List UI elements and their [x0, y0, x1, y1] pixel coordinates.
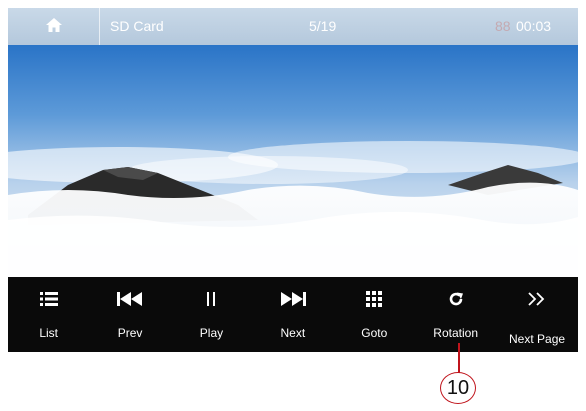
rotate-icon — [415, 289, 496, 309]
rotation-label: Rotation — [433, 326, 478, 340]
next-button[interactable]: Next — [252, 277, 333, 352]
grid-icon — [334, 289, 415, 309]
list-button[interactable]: List — [8, 277, 89, 352]
source-label: SD Card — [110, 18, 164, 34]
pause-icon — [171, 289, 252, 309]
previous-icon — [89, 289, 170, 309]
rotation-button[interactable]: Rotation — [415, 277, 496, 352]
next-icon — [252, 289, 333, 309]
play-label: Play — [199, 326, 224, 340]
callout-line — [458, 343, 460, 373]
media-screen: SD Card 5/19 88 00:03 List Prev Play Nex… — [8, 8, 578, 352]
prev-label: Prev — [117, 326, 143, 340]
goto-label: Goto — [361, 326, 388, 340]
image-counter: 5/19 — [309, 18, 337, 34]
list-label: List — [39, 326, 59, 340]
divider — [99, 8, 100, 45]
list-icon — [8, 289, 89, 309]
top-bar: SD Card 5/19 88 00:03 — [8, 8, 578, 45]
clock: 00:03 — [516, 18, 552, 34]
next-label: Next — [280, 326, 306, 340]
callout-number: 10 — [440, 372, 476, 404]
home-button[interactable] — [8, 8, 99, 45]
photo-viewer[interactable] — [8, 45, 578, 277]
next-page-label: Next Page — [509, 332, 566, 346]
clock-prefix: 88 — [495, 18, 511, 34]
prev-button[interactable]: Prev — [89, 277, 170, 352]
double-chevron-right-icon — [496, 289, 577, 309]
next-page-button[interactable]: Next Page — [496, 277, 577, 352]
play-button[interactable]: Play — [171, 277, 252, 352]
home-icon — [45, 17, 63, 36]
goto-button[interactable]: Goto — [334, 277, 415, 352]
control-bar: List Prev Play Next Goto Rotation Next P… — [8, 277, 578, 352]
